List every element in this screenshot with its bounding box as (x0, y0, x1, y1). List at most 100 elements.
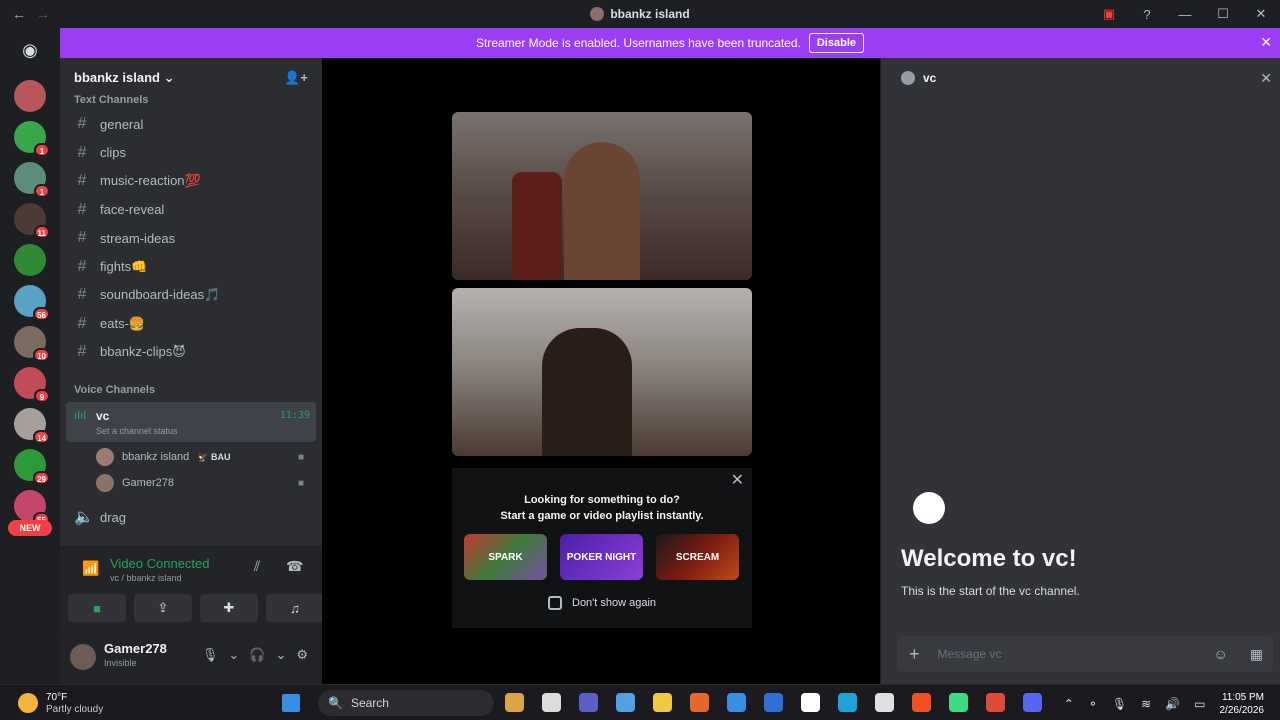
video-tile[interactable] (452, 288, 752, 456)
activities-button[interactable]: ✚ (200, 594, 258, 622)
windows-start-icon[interactable] (282, 694, 300, 712)
voice-channel-drag[interactable]: 🔈 drag (74, 504, 314, 530)
discord-home-icon[interactable]: ◉ (14, 34, 46, 66)
emoji-icon[interactable]: ☺ (1213, 646, 1227, 663)
channel-item[interactable]: # general (74, 111, 314, 137)
category-text-channels[interactable]: Text Channels (74, 94, 148, 106)
taskbar-app-icon[interactable] (912, 693, 931, 712)
channel-item[interactable]: # bbankz-clips😈 (74, 339, 314, 365)
close-icon[interactable]: ✕ (1260, 34, 1272, 51)
server-icon[interactable]: 55 (14, 490, 50, 526)
user-name[interactable]: Gamer278 (104, 641, 167, 656)
volume-icon[interactable]: 🔊 (1165, 697, 1180, 711)
taskbar-app-icon[interactable] (764, 693, 783, 712)
server-icon[interactable]: 56 (14, 285, 50, 321)
disconnect-icon[interactable]: ☎ (286, 558, 303, 575)
soundboard-button[interactable]: ♫ (266, 594, 324, 622)
channel-item[interactable]: # fights👊 (74, 254, 314, 280)
noise-suppression-icon[interactable]: ⫽ (254, 558, 260, 575)
close-window-icon[interactable]: ✕ (1242, 6, 1280, 22)
taskbar-app-icon[interactable] (949, 693, 968, 712)
help-icon[interactable]: ? (1128, 7, 1166, 22)
taskbar-search[interactable]: 🔍 Search (318, 690, 494, 716)
chevron-up-icon[interactable]: ⌃ (1064, 697, 1074, 711)
battery-icon[interactable]: ▭ (1194, 697, 1205, 711)
server-icon[interactable]: 1 (14, 121, 50, 157)
activity-subheading: Start a game or video playlist instantly… (500, 510, 704, 522)
voice-user[interactable]: bbankz island 🦅 BAU ■ (96, 446, 310, 468)
microphone-icon[interactable]: 🎙 (202, 647, 219, 663)
server-icon[interactable] (14, 244, 46, 276)
disable-button[interactable]: Disable (808, 33, 864, 53)
taskbar-app-icon[interactable] (801, 693, 820, 712)
connection-status[interactable]: Video Connected (110, 556, 210, 571)
camera-button[interactable]: ■ (68, 594, 126, 622)
server-icon[interactable]: 14 (14, 408, 50, 444)
taskbar-app-icon[interactable] (616, 693, 635, 712)
wifi-icon[interactable]: ≋ (1141, 697, 1151, 711)
taskbar-app-icon[interactable] (875, 693, 894, 712)
network-icon[interactable]: ⚬ (1088, 697, 1098, 711)
channel-item[interactable]: # face-reveal (74, 197, 314, 223)
activity-tile[interactable]: SCREAM (656, 534, 739, 580)
channel-item[interactable]: # soundboard-ideas🎵 (74, 282, 314, 308)
channel-item[interactable]: # music-reaction💯 (74, 168, 314, 194)
channel-name: stream-ideas (100, 230, 176, 246)
taskbar-app-icon[interactable] (838, 693, 857, 712)
plus-icon[interactable]: + (909, 644, 920, 665)
video-tile[interactable] (452, 112, 752, 280)
checkbox-icon[interactable] (548, 596, 562, 610)
invite-people-icon[interactable]: 👤+ (284, 70, 308, 86)
channel-item[interactable]: # stream-ideas (74, 225, 314, 251)
forward-icon[interactable]: → (36, 6, 50, 22)
back-icon[interactable]: ← (12, 6, 26, 22)
taskbar-app-icon[interactable] (653, 693, 672, 712)
server-icon[interactable]: 9 (14, 367, 50, 403)
inbox-icon[interactable]: ▣ (1090, 6, 1128, 22)
voice-chat-panel: vc ✕ Welcome to vc! This is the start of… (880, 58, 1280, 684)
taskbar-app-icon[interactable] (1023, 693, 1042, 712)
avatar[interactable] (70, 644, 96, 670)
taskbar-app-icon[interactable] (727, 693, 746, 712)
server-icon[interactable]: 11 (14, 203, 50, 239)
category-voice-channels[interactable]: Voice Channels (74, 384, 155, 396)
apps-icon[interactable]: ▦ (1250, 646, 1263, 663)
new-servers-pill[interactable]: NEW (8, 520, 52, 536)
weather-widget[interactable]: 70°F Partly cloudy (18, 691, 103, 715)
minimize-icon[interactable]: — (1166, 7, 1204, 22)
activity-tile[interactable]: SPARK (464, 534, 547, 580)
message-input[interactable]: + Message vc ☺ ▦ (897, 636, 1273, 672)
voice-user[interactable]: Gamer278 ■ (96, 472, 310, 494)
screen-share-button[interactable]: ⇪ (134, 594, 192, 622)
chevron-down-icon[interactable]: ⌄ (275, 647, 286, 663)
microphone-icon[interactable]: 🎙 (1112, 697, 1127, 711)
clock[interactable]: 11:05 PM 2/26/2026 (1220, 691, 1265, 717)
channel-item[interactable]: # clips (74, 140, 314, 166)
checkbox-label: Don't show again (572, 597, 657, 609)
mention-badge: 1 (34, 184, 50, 198)
dont-show-again-checkbox[interactable]: Don't show again (548, 596, 656, 610)
taskbar-app-icon[interactable] (542, 693, 561, 712)
close-icon[interactable]: ✕ (1260, 70, 1272, 87)
hashtag-icon: # (77, 115, 87, 132)
taskbar-app-icon[interactable] (986, 693, 1005, 712)
server-icon[interactable]: 1 (14, 162, 50, 198)
channel-status-link[interactable]: Set a channel status (96, 426, 178, 436)
taskbar-app-icon[interactable] (505, 693, 524, 712)
server-header[interactable]: bbankz island ⌄ 👤+ (60, 58, 322, 98)
headphones-icon[interactable]: 🎧 (249, 647, 265, 663)
chevron-down-icon[interactable]: ⌄ (228, 647, 239, 663)
close-icon[interactable]: ✕ (731, 470, 744, 490)
signal-icon[interactable]: 📶 (82, 560, 99, 577)
gear-icon[interactable]: ⚙ (296, 647, 308, 663)
maximize-icon[interactable]: ☐ (1204, 6, 1242, 22)
taskbar-app-icon[interactable] (690, 693, 709, 712)
chat-header: vc ✕ (881, 58, 1280, 98)
activity-tile[interactable]: POKER NIGHT (560, 534, 643, 580)
channel-item[interactable]: # eats-🍔 (74, 311, 314, 337)
taskbar-app-icon[interactable] (579, 693, 598, 712)
voice-channel-vc[interactable]: ılıl vc Set a channel status 11:39 (66, 402, 316, 442)
server-icon[interactable] (14, 80, 46, 112)
server-icon[interactable]: 10 (14, 326, 50, 362)
server-icon[interactable]: 29 (14, 449, 50, 485)
